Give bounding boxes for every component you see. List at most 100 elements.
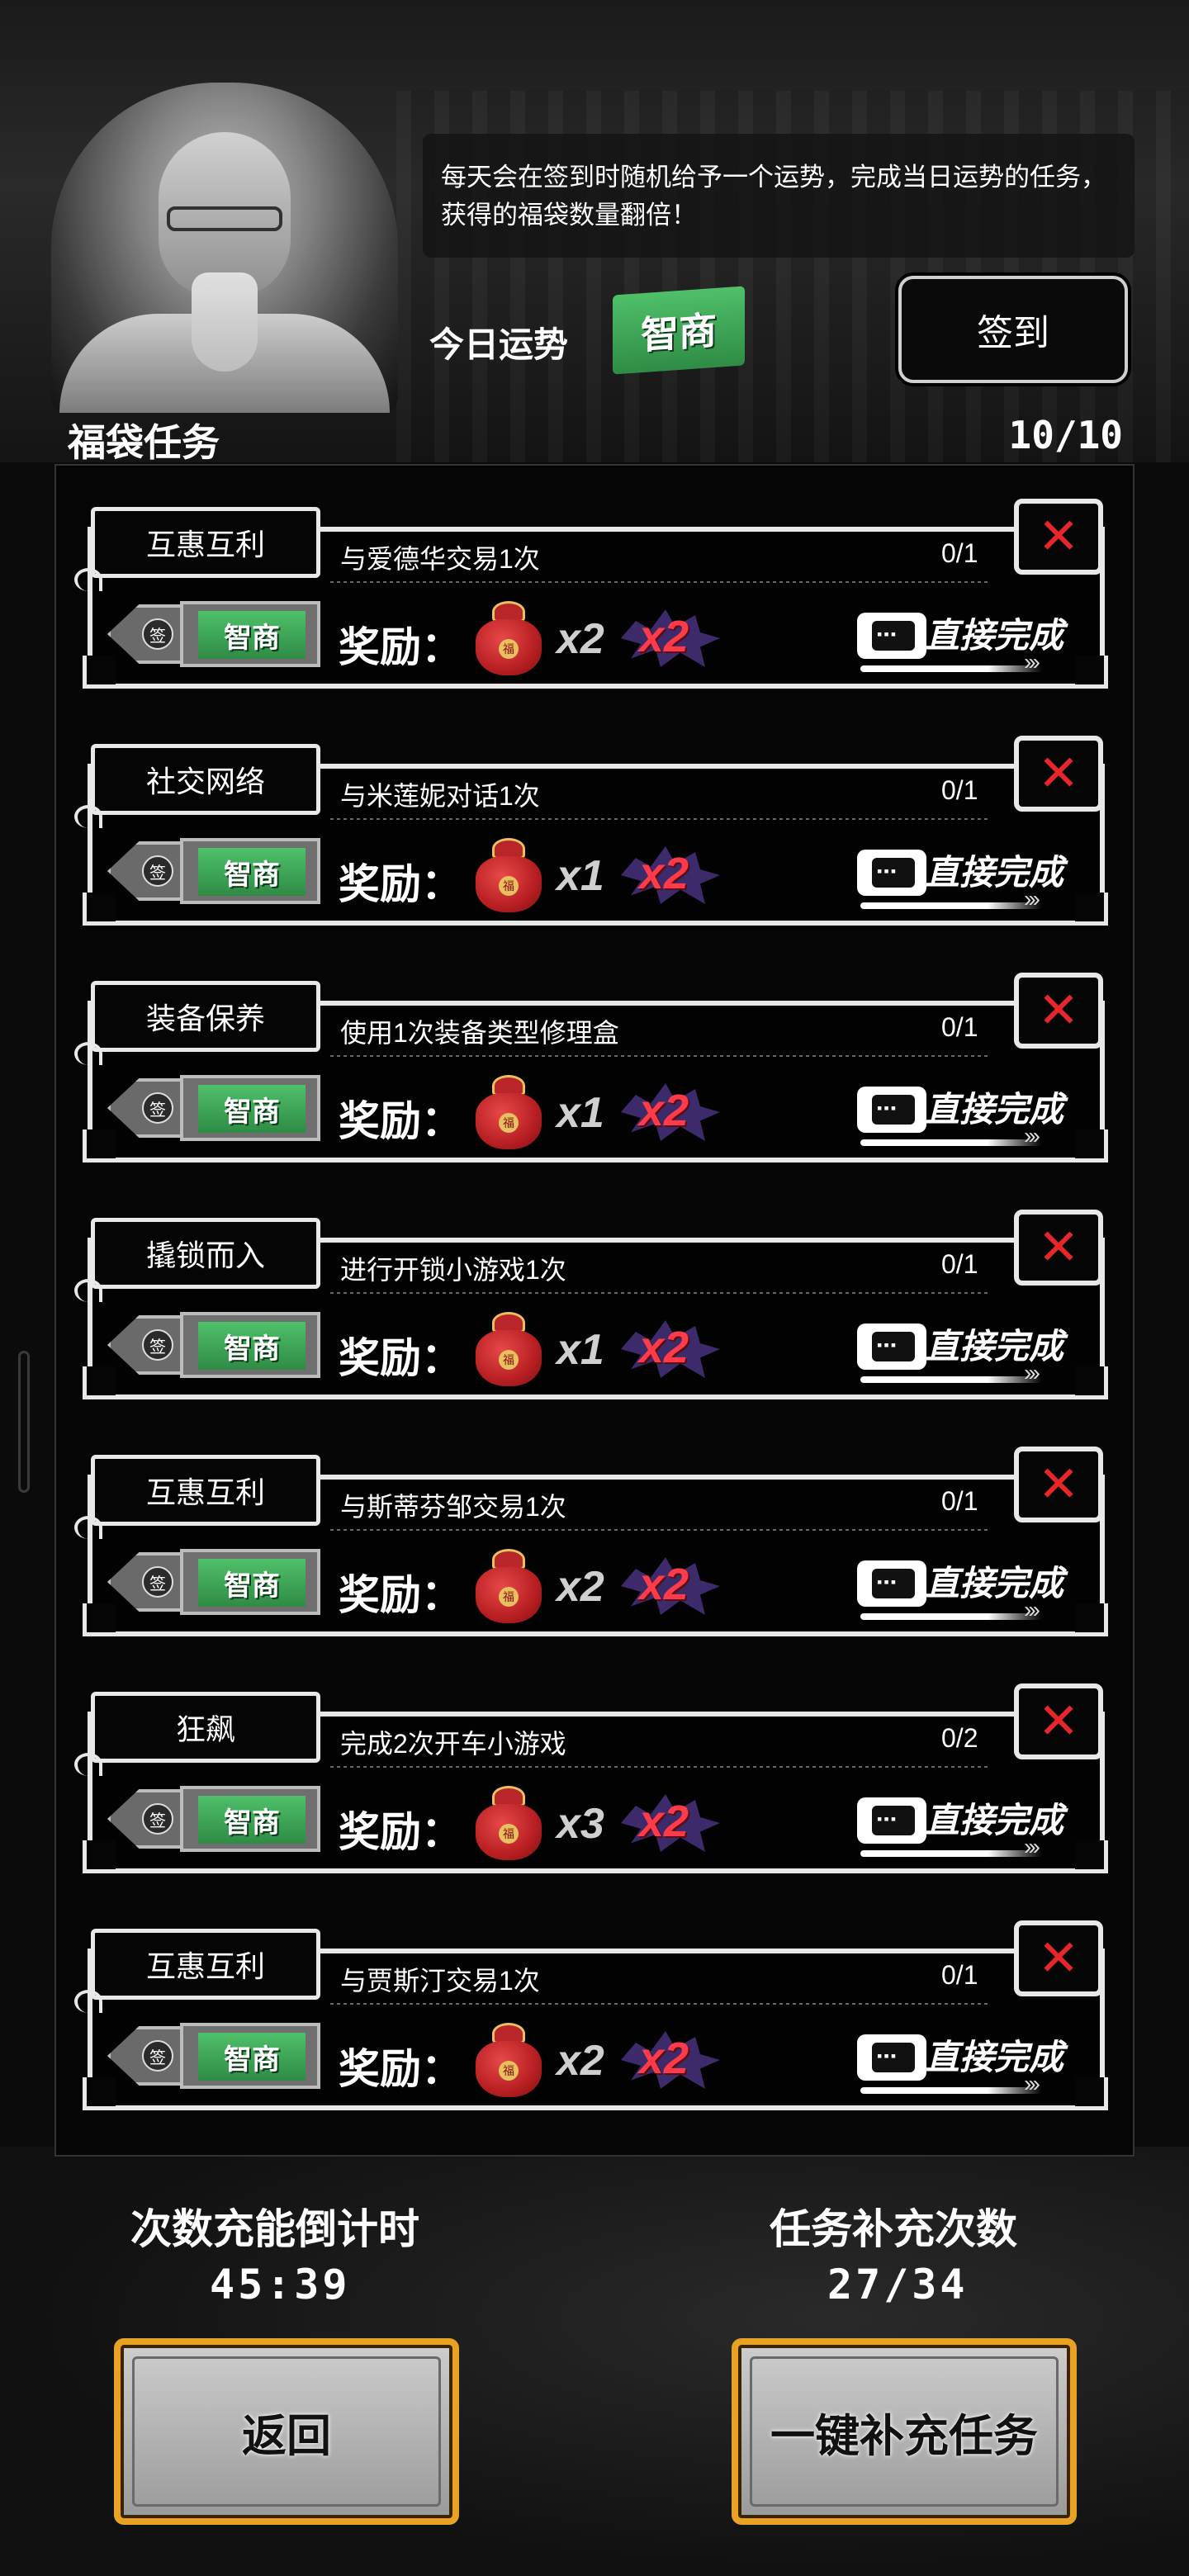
- double-reward-badge: x2: [621, 2026, 728, 2092]
- dotted-divider: [330, 1055, 991, 1057]
- double-reward-label: x2: [639, 1797, 689, 1846]
- close-x-icon: ✕: [1037, 509, 1080, 564]
- double-reward-label: x2: [639, 1323, 689, 1372]
- double-reward-label: x2: [639, 1560, 689, 1609]
- fortune-tag-label: 智商: [198, 1796, 306, 1844]
- sign-text: 签: [142, 618, 173, 650]
- dotted-divider: [330, 581, 991, 583]
- double-reward-badge: x2: [621, 1315, 728, 1381]
- abandon-task-button[interactable]: ✕: [1014, 736, 1103, 812]
- reward-label: 奖励：: [339, 1098, 462, 1144]
- reward-label: 奖励：: [339, 1809, 462, 1855]
- direct-complete-underline: [860, 902, 1042, 909]
- fortune-tag: 智商: [180, 838, 320, 904]
- task-card: 装备保养使用1次装备类型修理盒 0/1 ✕ 签智商奖励：福x1 x2 直接完成›››: [74, 969, 1108, 1171]
- reward-quantity: x1: [557, 1089, 604, 1137]
- abandon-task-button[interactable]: ✕: [1014, 1447, 1103, 1522]
- abandon-task-button[interactable]: ✕: [1014, 1683, 1103, 1759]
- reward-label: 奖励：: [339, 624, 462, 670]
- lucky-bag-icon: 福: [472, 1075, 545, 1151]
- cloud-swirl-icon: [74, 805, 102, 828]
- portrait-beard: [192, 272, 258, 372]
- fortune-tag: 智商: [180, 1786, 320, 1852]
- tip-text: 每天会在签到时随机给予一个运势，完成当日运势的任务，获得的福袋数量翻倍！: [441, 163, 1106, 230]
- ticket-icon[interactable]: [857, 2034, 926, 2081]
- task-progress: 0/1: [941, 538, 978, 568]
- lucky-bag-icon: 福: [472, 1786, 545, 1862]
- double-reward-label: x2: [639, 1086, 689, 1135]
- abandon-task-button[interactable]: ✕: [1014, 1210, 1103, 1286]
- double-reward-badge: x2: [621, 1078, 728, 1144]
- frame-corner: [83, 2077, 116, 2110]
- fortune-label: 今日运势: [429, 325, 569, 364]
- section-title: 福袋任务: [68, 421, 220, 464]
- cloud-swirl-icon: [74, 1042, 102, 1065]
- ticket-icon[interactable]: [857, 1797, 926, 1844]
- side-drawer-handle[interactable]: [18, 1351, 30, 1493]
- cloud-swirl-icon: [74, 1516, 102, 1539]
- fortune-tag-label: 智商: [198, 1085, 306, 1133]
- chevrons-right-icon: ›››: [1024, 1597, 1040, 1622]
- chevrons-right-icon: ›››: [1024, 886, 1040, 912]
- task-card: 狂飙完成2次开车小游戏 0/2 ✕ 签智商奖励：福x3 x2 直接完成›››: [74, 1680, 1108, 1882]
- task-description: 进行开锁小游戏1次: [340, 1255, 566, 1285]
- frame-corner: [1075, 1366, 1108, 1399]
- direct-complete-button[interactable]: 直接完成: [925, 845, 1063, 895]
- task-progress: 0/2: [941, 1723, 978, 1753]
- sign-text: 签: [142, 2040, 173, 2072]
- task-name: 撬锁而入: [91, 1218, 320, 1289]
- double-reward-label: x2: [639, 849, 689, 898]
- frame-corner: [83, 1129, 116, 1163]
- chevrons-right-icon: ›››: [1024, 1834, 1040, 1859]
- task-card: 互惠互利与斯蒂芬邹交易1次0/1✕签智商奖励：福x2x2直接完成›››: [74, 1443, 1108, 1645]
- reward-label: 奖励：: [339, 861, 462, 907]
- direct-complete-button[interactable]: 直接完成: [925, 1556, 1063, 1606]
- frame-corner: [1075, 1129, 1108, 1163]
- reward-quantity: x1: [557, 852, 604, 900]
- task-name: 装备保养: [91, 981, 320, 1052]
- lucky-bag-icon: 福: [472, 601, 545, 677]
- ticket-icon[interactable]: [857, 1560, 926, 1607]
- close-x-icon: ✕: [1037, 1930, 1080, 1986]
- direct-complete-button[interactable]: 直接完成: [925, 1319, 1063, 1369]
- back-button[interactable]: 返回: [114, 2338, 459, 2525]
- direct-complete-underline: [860, 2087, 1042, 2094]
- task-description: 完成2次开车小游戏: [340, 1729, 566, 1759]
- abandon-task-button[interactable]: ✕: [1014, 973, 1103, 1049]
- direct-complete-button[interactable]: 直接完成: [925, 2029, 1063, 2080]
- direct-complete-button[interactable]: 直接完成: [925, 1082, 1063, 1132]
- refill-count-label: 任务补充次数: [770, 2206, 1017, 2252]
- direct-complete-underline: [860, 665, 1042, 672]
- task-name: 互惠互利: [91, 507, 320, 578]
- signin-button[interactable]: 签到: [898, 276, 1128, 383]
- task-card: 撬锁而入进行开锁小游戏1次 0/1 ✕ 签智商奖励：福x1 x2 直接完成›››: [74, 1206, 1108, 1408]
- ticket-icon[interactable]: [857, 613, 926, 659]
- abandon-task-button[interactable]: ✕: [1014, 1920, 1103, 1996]
- section-count: 10/10: [1008, 413, 1123, 457]
- lucky-bag-icon: 福: [472, 838, 545, 914]
- reward-quantity: x3: [557, 1800, 604, 1848]
- task-progress: 0/1: [941, 775, 978, 805]
- cloud-swirl-icon: [74, 1990, 102, 2013]
- ticket-icon[interactable]: [857, 1324, 926, 1370]
- refill-all-tasks-button[interactable]: 一键补充任务: [732, 2338, 1077, 2525]
- fortune-tag: 智商: [180, 1075, 320, 1141]
- fortune-tag: 智商: [180, 1312, 320, 1378]
- double-reward-label: x2: [639, 2034, 689, 2083]
- direct-complete-underline: [860, 1376, 1042, 1383]
- reward-label: 奖励：: [339, 1335, 462, 1381]
- direct-complete-button[interactable]: 直接完成: [925, 608, 1063, 658]
- task-name: 互惠互利: [91, 1929, 320, 2000]
- ticket-icon[interactable]: [857, 850, 926, 896]
- task-description: 与贾斯汀交易1次: [340, 1966, 540, 1996]
- fortune-tag-label: 智商: [198, 1559, 306, 1607]
- close-x-icon: ✕: [1037, 1219, 1080, 1275]
- direct-complete-button[interactable]: 直接完成: [925, 1792, 1063, 1843]
- frame-corner: [1075, 1840, 1108, 1873]
- abandon-task-button[interactable]: ✕: [1014, 499, 1103, 575]
- ticket-icon[interactable]: [857, 1087, 926, 1133]
- dotted-divider: [330, 1292, 991, 1294]
- task-progress: 0/1: [941, 1960, 978, 1990]
- dotted-divider: [330, 1766, 991, 1768]
- dotted-divider: [330, 1529, 991, 1531]
